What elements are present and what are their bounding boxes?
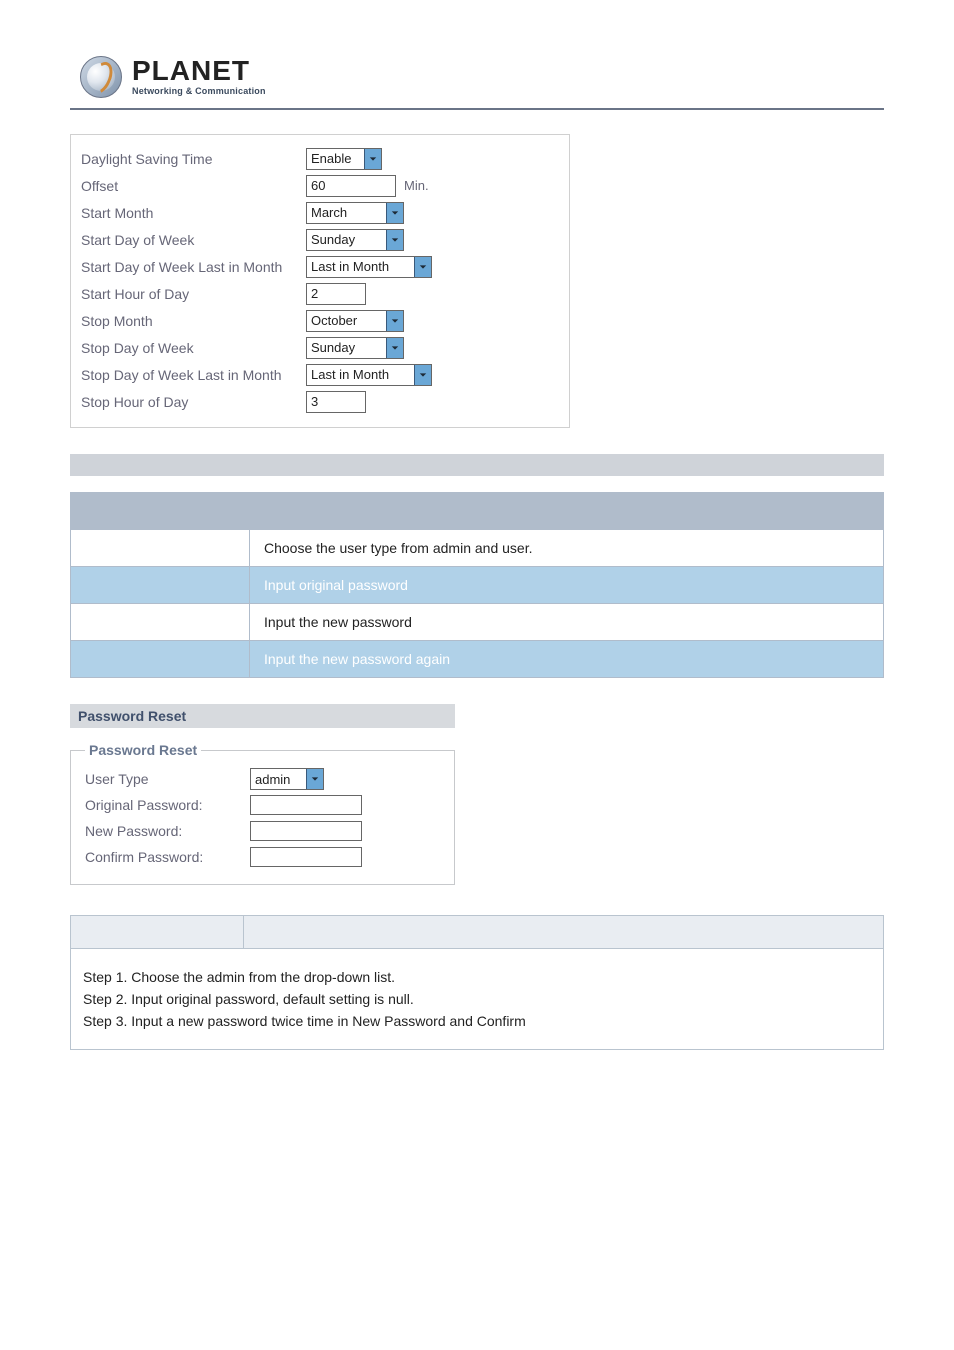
dst-offset-unit: Min.: [404, 178, 429, 193]
dst-stopdowlast-value: Last in Month: [311, 367, 389, 382]
chevron-down-icon: [386, 338, 403, 358]
steps-body: Step 1. Choose the admin from the drop-d…: [71, 949, 884, 1050]
dst-stopdow-label: Stop Day of Week: [81, 340, 306, 356]
steps-header-col2: [244, 916, 884, 949]
confirm-password-label: Confirm Password:: [85, 849, 250, 865]
dst-offset-input[interactable]: 60: [306, 175, 396, 197]
table-row: Choose the user type from admin and user…: [71, 530, 884, 567]
dst-startdow-label: Start Day of Week: [81, 232, 306, 248]
confirm-password-input[interactable]: [250, 847, 362, 867]
dst-startmonth-value: March: [311, 205, 347, 220]
dst-settings-panel: Daylight Saving Time Enable Offset 60 Mi…: [70, 134, 570, 428]
desc-confirm-password: Input the new password again: [250, 641, 884, 678]
steps-header-col1: [71, 916, 244, 949]
table-row: Input original password: [71, 567, 884, 604]
brand-logo: PLANET Networking & Communication: [80, 56, 884, 98]
dst-stophour-input[interactable]: 3: [306, 391, 366, 413]
brand-name: PLANET: [132, 58, 266, 83]
step-2: Step 2. Input original password, default…: [83, 991, 871, 1007]
dst-stopdow-select[interactable]: Sunday: [306, 337, 404, 359]
chevron-down-icon: [386, 311, 403, 331]
desc-user-type: Choose the user type from admin and user…: [250, 530, 884, 567]
desc-header-col1: [71, 493, 250, 530]
user-type-select[interactable]: admin: [250, 768, 324, 790]
dst-enable-select[interactable]: Enable: [306, 148, 382, 170]
header-divider: [70, 108, 884, 110]
dst-offset-label: Offset: [81, 178, 306, 194]
dst-starthour-input[interactable]: 2: [306, 283, 366, 305]
step-1: Step 1. Choose the admin from the drop-d…: [83, 969, 871, 985]
dst-startdowlast-value: Last in Month: [311, 259, 389, 274]
step-3: Step 3. Input a new password twice time …: [83, 1013, 871, 1029]
chevron-down-icon: [414, 257, 431, 277]
chevron-down-icon: [386, 230, 403, 250]
dst-startdow-value: Sunday: [311, 232, 355, 247]
password-fields-description-table: Choose the user type from admin and user…: [70, 492, 884, 678]
dst-stophour-value: 3: [311, 394, 318, 409]
desc-header-col2: [250, 493, 884, 530]
chevron-down-icon: [306, 769, 323, 789]
section-separator: [70, 454, 884, 476]
new-password-label: New Password:: [85, 823, 250, 839]
user-type-label: User Type: [85, 771, 250, 787]
planet-emblem-icon: [80, 56, 122, 98]
dst-startdowlast-label: Start Day of Week Last in Month: [81, 259, 306, 275]
password-reset-legend: Password Reset: [85, 742, 201, 758]
dst-starthour-label: Start Hour of Day: [81, 286, 306, 302]
new-password-input[interactable]: [250, 821, 362, 841]
desc-new-password: Input the new password: [250, 604, 884, 641]
dst-startmonth-label: Start Month: [81, 205, 306, 221]
table-row: Input the new password again: [71, 641, 884, 678]
brand-tagline: Networking & Communication: [132, 86, 266, 96]
dst-stopmonth-select[interactable]: October: [306, 310, 404, 332]
user-type-value: admin: [255, 772, 290, 787]
table-row: Input the new password: [71, 604, 884, 641]
steps-table: Step 1. Choose the admin from the drop-d…: [70, 915, 884, 1050]
password-reset-panel: Password Reset Password Reset User Type …: [70, 704, 455, 885]
dst-enable-label: Daylight Saving Time: [81, 151, 306, 167]
dst-startdow-select[interactable]: Sunday: [306, 229, 404, 251]
chevron-down-icon: [386, 203, 403, 223]
original-password-input[interactable]: [250, 795, 362, 815]
dst-startmonth-select[interactable]: March: [306, 202, 404, 224]
dst-stopmonth-value: October: [311, 313, 357, 328]
dst-enable-value: Enable: [311, 151, 351, 166]
dst-startdowlast-select[interactable]: Last in Month: [306, 256, 432, 278]
dst-stopdowlast-label: Stop Day of Week Last in Month: [81, 367, 306, 383]
dst-stophour-label: Stop Hour of Day: [81, 394, 306, 410]
password-reset-title: Password Reset: [70, 704, 455, 728]
chevron-down-icon: [364, 149, 381, 169]
chevron-down-icon: [414, 365, 431, 385]
dst-starthour-value: 2: [311, 286, 318, 301]
dst-stopmonth-label: Stop Month: [81, 313, 306, 329]
desc-original-password: Input original password: [250, 567, 884, 604]
original-password-label: Original Password:: [85, 797, 250, 813]
dst-stopdowlast-select[interactable]: Last in Month: [306, 364, 432, 386]
dst-offset-value: 60: [311, 178, 325, 193]
dst-stopdow-value: Sunday: [311, 340, 355, 355]
